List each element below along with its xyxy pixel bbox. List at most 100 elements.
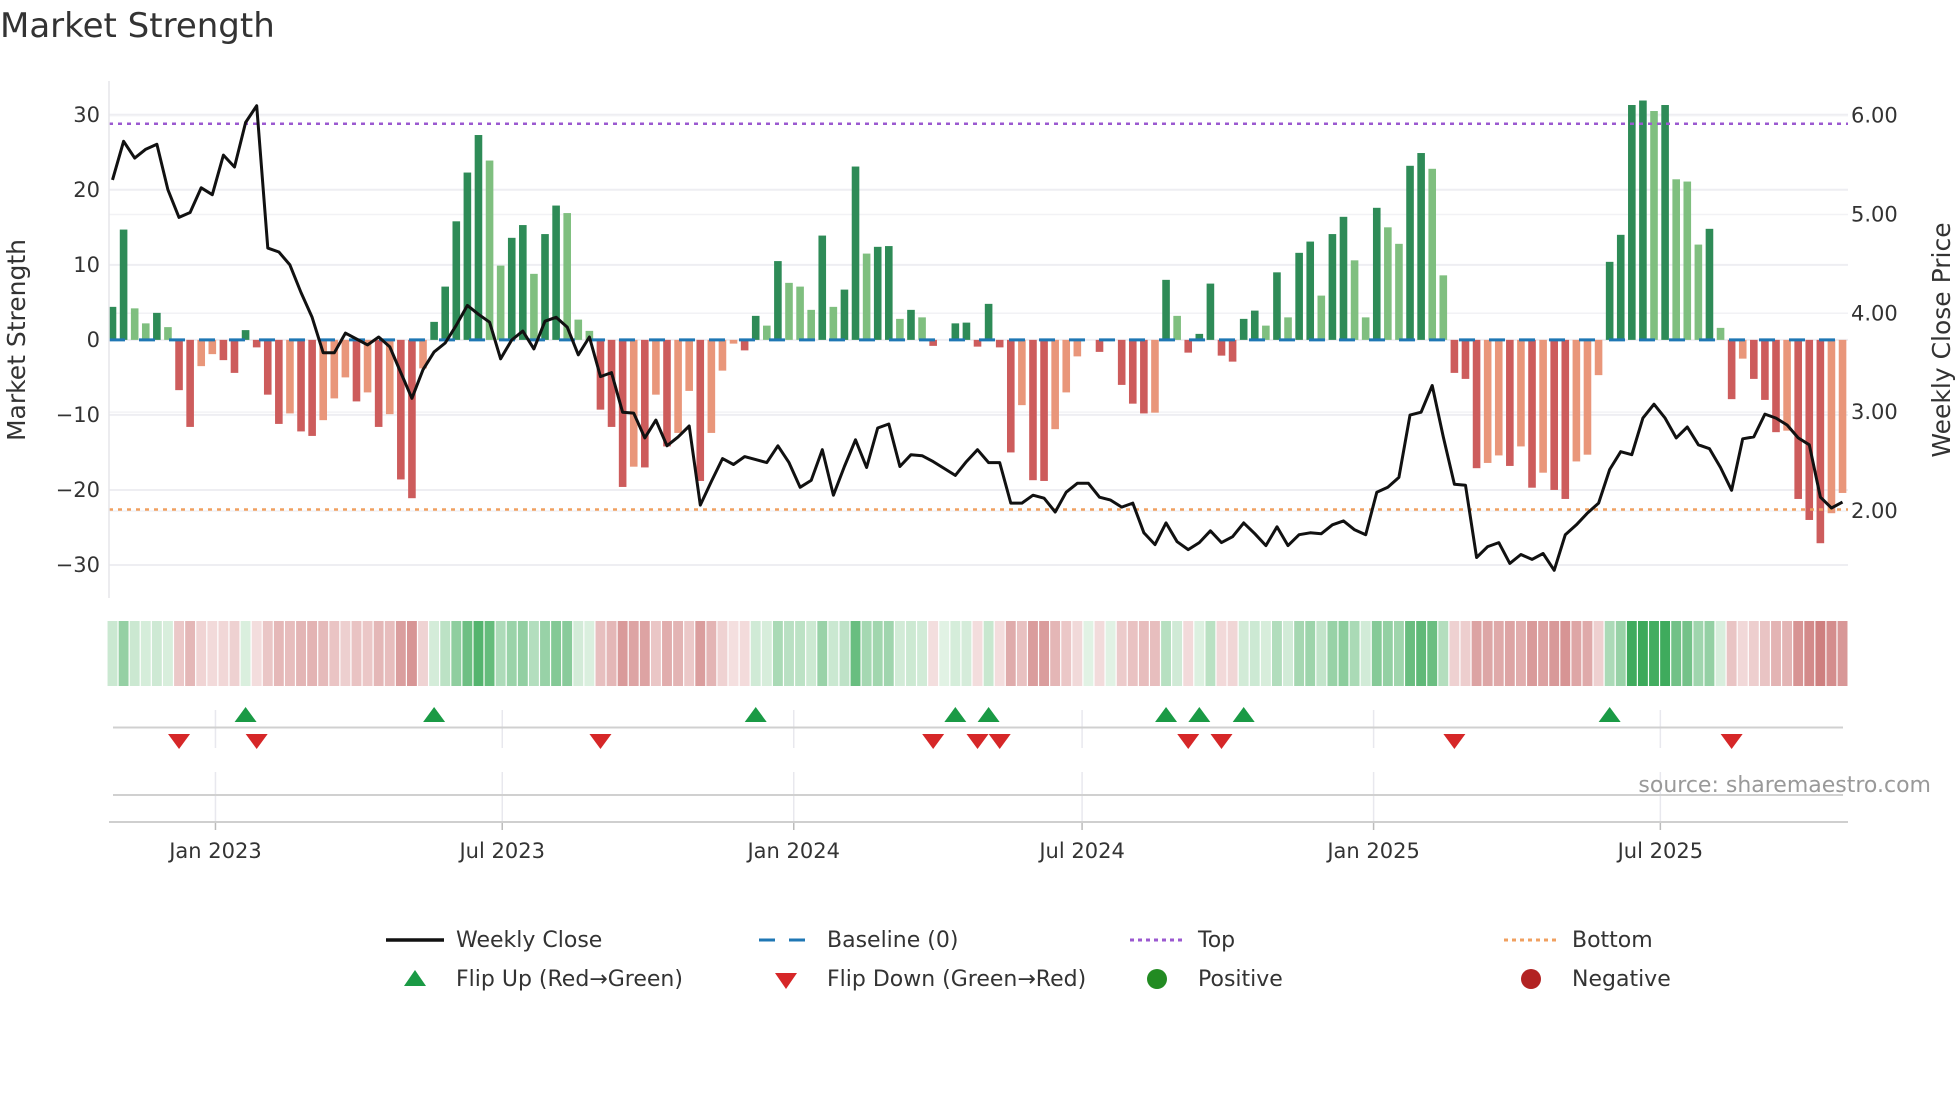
bar-positive [153, 312, 161, 340]
bar-negative [707, 339, 716, 433]
heatmap-cell [196, 621, 207, 686]
weekly-close-line [111, 104, 1844, 572]
x-tick-label: Jul 2025 [1616, 839, 1703, 863]
x-tick-label: Jul 2023 [457, 839, 544, 863]
bar-negative [408, 339, 416, 499]
bar-negative [1761, 339, 1769, 400]
heatmap-cell [1626, 621, 1637, 686]
heatmap-cell [1815, 621, 1826, 686]
heatmap-cell [240, 621, 251, 686]
heatmap-cell [1405, 621, 1415, 686]
heatmap-cell [650, 621, 661, 686]
bar-positive [807, 309, 815, 340]
bar-negative [1506, 339, 1514, 466]
flip-down-marker [168, 734, 191, 749]
flip-up-marker [977, 707, 1000, 722]
heatmap-cell [418, 621, 428, 686]
legend-item-flip-up: Flip Up (Red→Green) [386, 964, 683, 994]
y-tick-label-right: 5.00 [1851, 202, 1898, 226]
bar-negative [1794, 339, 1802, 499]
bar-negative [1805, 339, 1814, 520]
bar-negative [1528, 339, 1536, 488]
bar-positive [951, 323, 960, 340]
legend-label: Bottom [1572, 927, 1653, 953]
heatmap-cell [1438, 621, 1449, 686]
bar-positive [1628, 105, 1636, 340]
heatmap-cell [894, 621, 905, 686]
heatmap-cell [839, 621, 850, 686]
bar-positive [1206, 283, 1215, 340]
bar-negative [230, 339, 239, 373]
heatmap-cell [961, 621, 972, 686]
heatmap-cell [517, 621, 528, 686]
heatmap-cell [861, 621, 872, 686]
heatmap-cell [1527, 621, 1537, 686]
bar-positive [441, 286, 449, 340]
legend-item-positive: Positive [1128, 964, 1283, 994]
heatmap-cell [684, 621, 695, 686]
y-tick-label-left: 10 [73, 253, 100, 277]
y-tick-label-left: 0 [87, 328, 100, 352]
bar-negative [1029, 339, 1037, 481]
heatmap-cell [473, 621, 484, 686]
heatmap-cell [1604, 621, 1615, 686]
bar-positive [896, 318, 904, 340]
flip-down-marker [1210, 734, 1233, 749]
heatmap-cell [1349, 621, 1360, 686]
heatmap-cell [262, 621, 273, 686]
heatmap-cell [1283, 621, 1293, 686]
flip-up-marker [1232, 707, 1255, 722]
heatmap-cell [606, 621, 617, 686]
heatmap-cell [695, 621, 706, 686]
legend-item-negative: Negative [1502, 964, 1671, 994]
bar-positive [1694, 244, 1703, 340]
bar-positive [907, 309, 915, 340]
bar-negative [1140, 339, 1148, 414]
bar-positive [885, 246, 893, 340]
dotted-line-swatch-icon [1502, 925, 1560, 955]
legend-label: Baseline (0) [827, 927, 959, 953]
legend-item-weekly-close: Weekly Close [386, 925, 602, 955]
heatmap-cell [1127, 621, 1138, 686]
bar-positive [496, 265, 505, 340]
bar-positive [962, 322, 971, 340]
bar-positive [1339, 216, 1348, 340]
bar-positive [1716, 327, 1725, 340]
heatmap-cell [1172, 621, 1183, 686]
y-tick-label-left: −20 [56, 478, 100, 502]
heatmap-cell [506, 621, 517, 686]
bar-negative [1583, 339, 1592, 455]
bar-positive [1250, 310, 1259, 340]
bar-positive [108, 306, 117, 340]
heatmap-cell [939, 621, 950, 686]
heatmap-cell [1116, 621, 1127, 686]
heatmap-cell [207, 621, 218, 686]
bar-positive [430, 321, 438, 340]
bar-negative [341, 339, 350, 378]
bar-negative [1517, 339, 1525, 447]
bar-negative [286, 339, 294, 414]
heatmap-cell [784, 621, 794, 686]
flip-markers: Jan 2023 Jul 2023 Jan 2024 Jul 2024 Jan 2025… [109, 707, 1848, 863]
heatmap-cell [1515, 621, 1526, 686]
heatmap-cell [1205, 621, 1216, 686]
heatmap-cell [1016, 621, 1027, 686]
heatmap-cell [906, 621, 916, 686]
heatmap-cell [384, 621, 395, 686]
bar-negative [1550, 339, 1558, 490]
strength-heatmap-strip [107, 621, 1848, 686]
bar-negative [696, 339, 705, 481]
heatmap-cell [1005, 621, 1016, 686]
bar-positive [1372, 207, 1381, 340]
heatmap-cell [273, 621, 284, 686]
heatmap-cell [318, 621, 329, 686]
bar-negative [718, 339, 727, 371]
y-tick-label-left: −30 [56, 553, 100, 577]
heatmap-cell [1538, 621, 1549, 686]
heatmap-cell [806, 621, 817, 686]
heatmap-cell [1726, 621, 1737, 686]
heatmap-cell [1748, 621, 1759, 686]
flip-down-marker [966, 734, 989, 749]
heatmap-cell [540, 621, 550, 686]
heatmap-cell [1138, 621, 1149, 686]
